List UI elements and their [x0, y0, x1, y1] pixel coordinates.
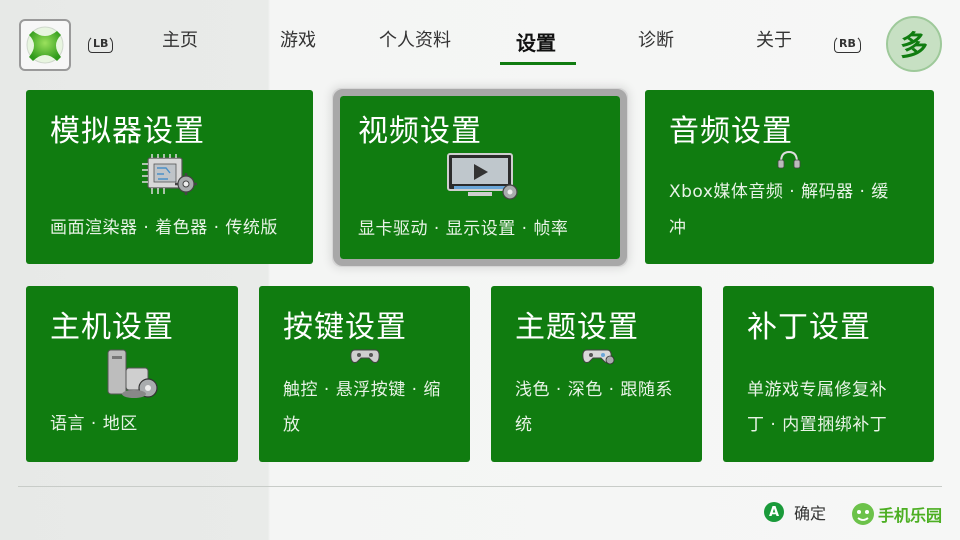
gamepad-icon — [350, 349, 380, 363]
tile-description-line-2: 放 — [283, 415, 301, 435]
tile-description-line-2: 冲 — [669, 218, 687, 238]
tab-games[interactable]: 游戏 — [280, 26, 316, 52]
confirm-label: 确定 — [794, 504, 827, 523]
active-tab-indicator — [500, 62, 576, 65]
tab-profile[interactable]: 个人资料 — [379, 26, 451, 52]
tile-description: 语言 · 地区 — [50, 414, 138, 434]
rb-bumper-hint: RB — [834, 35, 861, 53]
tile-description: 画面渲染器 · 着色器 · 传统版 — [50, 218, 278, 238]
tile-emulator-settings[interactable]: 模拟器设置 画面渲染器 · 着色器 · 传统版 — [26, 90, 313, 264]
tile-description-line-1: Xbox媒体音频 · 解码器 · 缓 — [669, 182, 889, 202]
watermark-text: 手机乐园 — [878, 506, 943, 525]
lb-bumper-hint: LB — [88, 35, 114, 53]
confirm-hint[interactable]: A 确定 — [764, 500, 826, 524]
monitor-play-icon — [447, 153, 518, 200]
xbox-logo-icon — [26, 26, 64, 64]
avatar[interactable]: 多 — [886, 16, 942, 72]
tile-patch-settings[interactable]: 补丁设置 单游戏专属修复补 丁 · 内置捆绑补丁 — [723, 286, 934, 462]
tile-description: 显卡驱动 · 显示设置 · 帧率 — [358, 219, 569, 239]
tile-title: 主题设置 — [515, 310, 639, 345]
theme-gamepad-icon — [582, 349, 615, 365]
tile-description-line-2: 丁 · 内置捆绑补丁 — [747, 415, 888, 435]
xbox-logo-button[interactable] — [19, 19, 71, 71]
console-gear-icon — [107, 349, 158, 398]
tile-title: 视频设置 — [358, 114, 482, 149]
tile-audio-settings[interactable]: 音频设置 Xbox媒体音频 · 解码器 · 缓 冲 — [645, 90, 934, 264]
tile-title: 按键设置 — [283, 310, 407, 345]
tile-title: 补丁设置 — [747, 310, 871, 345]
tile-video-settings[interactable]: 视频设置 显卡驱动 · 显示设置 · 帧率 — [333, 89, 627, 266]
tile-console-settings[interactable]: 主机设置 语言 · 地区 — [26, 286, 238, 462]
tile-button-settings[interactable]: 按键设置 触控 · 悬浮按键 · 缩 放 — [259, 286, 470, 462]
footer-divider — [18, 486, 942, 487]
tile-description-line-1: 触控 · 悬浮按键 · 缩 — [283, 380, 441, 400]
tab-home[interactable]: 主页 — [162, 26, 198, 52]
tile-description-line-1: 浅色 · 深色 · 跟随系 — [515, 380, 673, 400]
tile-title: 模拟器设置 — [50, 114, 205, 149]
headphones-icon — [777, 150, 801, 169]
tile-title: 音频设置 — [669, 114, 793, 149]
a-button-icon: A — [764, 502, 784, 522]
tile-theme-settings[interactable]: 主题设置 浅色 · 深色 · 跟随系 统 — [491, 286, 702, 462]
tab-diagnostics[interactable]: 诊断 — [638, 26, 674, 52]
tab-about[interactable]: 关于 — [756, 26, 792, 52]
tile-description-line-1: 单游戏专属修复补 — [747, 380, 887, 400]
tile-title: 主机设置 — [50, 310, 174, 345]
chip-gear-icon — [142, 154, 197, 195]
tab-settings[interactable]: 设置 — [516, 27, 556, 56]
watermark: 手机乐园 — [850, 496, 950, 532]
tile-description-line-2: 统 — [515, 415, 533, 435]
watermark-logo-icon — [852, 503, 874, 525]
